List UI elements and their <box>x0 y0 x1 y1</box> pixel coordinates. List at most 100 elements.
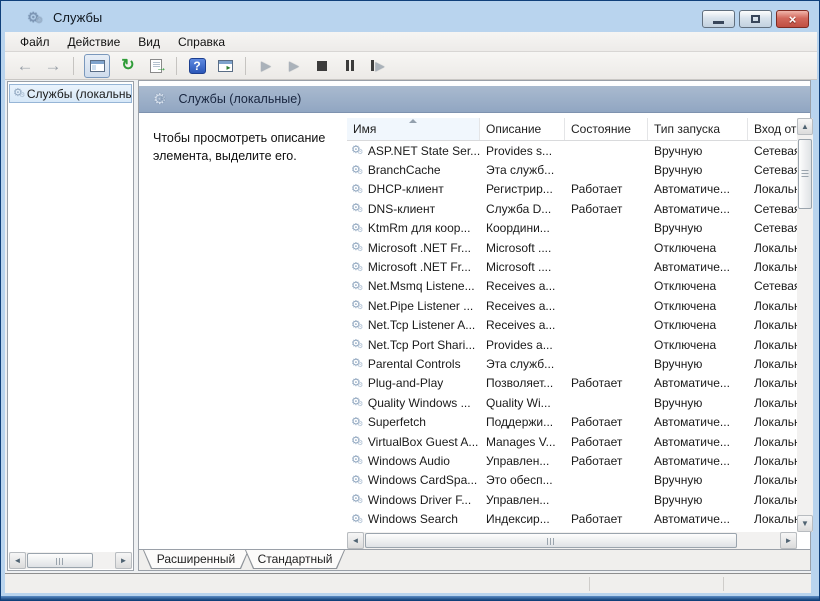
service-startup-type: Автоматиче... <box>648 376 748 390</box>
resume-icon: ▶ <box>289 59 299 72</box>
tree-item-services-local[interactable]: ⚙ Службы (локальные) <box>9 84 132 103</box>
service-startup-type: Автоматиче... <box>648 260 748 274</box>
window-title: Службы <box>53 10 102 25</box>
export-list-button[interactable]: → <box>146 56 166 76</box>
service-row[interactable]: ⚙Parental Controls Эта служб... Вручную … <box>347 354 797 373</box>
close-button[interactable]: × <box>776 10 809 28</box>
back-icon: ← <box>17 57 34 74</box>
resume-service-button[interactable]: ▶ <box>284 56 304 76</box>
service-name: Net.Pipe Listener ... <box>368 299 473 313</box>
show-action-pane-button[interactable] <box>215 56 235 76</box>
service-name: KtmRm для коор... <box>368 221 471 235</box>
scroll-left-icon[interactable]: ◄ <box>347 532 364 549</box>
tab-standard[interactable]: Стандартный <box>245 550 345 569</box>
scrollbar-thumb[interactable] <box>798 139 812 209</box>
service-gear-icon: ⚙ <box>351 514 361 525</box>
scroll-right-icon[interactable]: ► <box>115 552 132 569</box>
service-status: Работает <box>565 435 648 449</box>
service-gear-icon: ⚙ <box>351 358 361 369</box>
list-header: Имя Описание Состояние Тип запуска Вход … <box>347 118 797 141</box>
service-name: DHCP-клиент <box>368 182 444 196</box>
service-row[interactable]: ⚙VirtualBox Guest A... Manages V... Рабо… <box>347 432 797 451</box>
scroll-down-icon[interactable]: ▼ <box>797 515 813 532</box>
service-name: Net.Msmq Listene... <box>368 279 475 293</box>
service-row[interactable]: ⚙Microsoft .NET Fr... Microsoft .... Авт… <box>347 257 797 276</box>
help-button[interactable]: ? <box>187 56 207 76</box>
column-header-logon-as[interactable]: Вход от и <box>748 118 797 140</box>
service-name: Parental Controls <box>368 357 461 371</box>
service-gear-icon: ⚙ <box>351 339 361 350</box>
title-bar[interactable]: ⚙ Службы × <box>5 2 817 32</box>
service-row[interactable]: ⚙DNS-клиент Служба D... Работает Автомат… <box>347 199 797 218</box>
minimize-button[interactable] <box>702 10 735 28</box>
column-header-description[interactable]: Описание <box>480 118 565 140</box>
service-name: Plug-and-Play <box>368 376 443 390</box>
refresh-button[interactable]: ↻ <box>118 56 138 76</box>
menu-item[interactable]: Файл <box>11 33 59 51</box>
service-row[interactable]: ⚙Net.Msmq Listene... Receives a... Отклю… <box>347 277 797 296</box>
service-row[interactable]: ⚙Plug-and-Play Позволяет... Работает Авт… <box>347 374 797 393</box>
service-row[interactable]: ⚙Net.Tcp Port Shari... Provides a... Отк… <box>347 335 797 354</box>
list-horizontal-scrollbar[interactable]: ◄ ► <box>347 532 797 549</box>
service-startup-type: Автоматиче... <box>648 182 748 196</box>
service-startup-type: Отключена <box>648 279 748 293</box>
maximize-button[interactable] <box>739 10 772 28</box>
back-button[interactable]: ← <box>15 56 35 76</box>
service-row[interactable]: ⚙BranchCache Эта служб... Вручную Сетева… <box>347 160 797 179</box>
service-gear-icon: ⚙ <box>351 300 361 311</box>
service-gear-icon: ⚙ <box>351 436 361 447</box>
toolbar: ← → ↻ → ? ▶ ▶ ▶ <box>5 52 817 80</box>
menu-item[interactable]: Справка <box>169 33 234 51</box>
service-row[interactable]: ⚙Windows Audio Управлен... Работает Авто… <box>347 451 797 470</box>
restart-icon: ▶ <box>371 60 384 72</box>
service-row[interactable]: ⚙Net.Pipe Listener ... Receives a... Отк… <box>347 296 797 315</box>
service-logon-as: Локальна <box>748 318 797 332</box>
service-logon-as: Сетевая с <box>748 279 797 293</box>
column-header-name[interactable]: Имя <box>347 118 480 140</box>
stop-service-button[interactable] <box>312 56 332 76</box>
tab-extended[interactable]: Расширенный <box>143 550 249 569</box>
service-gear-icon: ⚙ <box>13 88 23 99</box>
menu-item[interactable]: Вид <box>129 33 169 51</box>
service-logon-as: Локальна <box>748 338 797 352</box>
service-row[interactable]: ⚙Quality Windows ... Quality Wi... Вручн… <box>347 393 797 412</box>
start-service-button[interactable]: ▶ <box>256 56 276 76</box>
service-startup-type: Автоматиче... <box>648 454 748 468</box>
service-row[interactable]: ⚙Microsoft .NET Fr... Microsoft .... Отк… <box>347 238 797 257</box>
service-row[interactable]: ⚙Windows CardSpa... Это обесп... Вручную… <box>347 471 797 490</box>
scroll-right-icon[interactable]: ► <box>780 532 797 549</box>
column-header-status[interactable]: Состояние <box>565 118 648 140</box>
service-description: Quality Wi... <box>480 396 565 410</box>
service-row[interactable]: ⚙ASP.NET State Ser... Provides s... Вруч… <box>347 141 797 160</box>
service-logon-as: Локальна <box>748 454 797 468</box>
scroll-up-icon[interactable]: ▲ <box>797 118 813 135</box>
service-description: Позволяет... <box>480 376 565 390</box>
scrollbar-thumb[interactable] <box>27 553 93 568</box>
scrollbar-thumb[interactable] <box>365 533 737 548</box>
service-description: Управлен... <box>480 493 565 507</box>
tree-horizontal-scrollbar[interactable]: ◄ ► <box>9 552 132 569</box>
service-gear-icon: ⚙ <box>351 494 361 505</box>
service-row[interactable]: ⚙Net.Tcp Listener A... Receives a... Отк… <box>347 316 797 335</box>
list-vertical-scrollbar[interactable]: ▲ ▼ <box>797 118 813 532</box>
service-row[interactable]: ⚙Superfetch Поддержи... Работает Автомат… <box>347 412 797 431</box>
service-row[interactable]: ⚙Windows Driver F... Управлен... Вручную… <box>347 490 797 509</box>
service-row[interactable]: ⚙Windows Search Индексир... Работает Авт… <box>347 509 797 528</box>
service-startup-type: Вручную <box>648 396 748 410</box>
menu-item[interactable]: Действие <box>59 33 130 51</box>
column-header-startup-type[interactable]: Тип запуска <box>648 118 748 140</box>
service-startup-type: Автоматиче... <box>648 512 748 526</box>
show-console-tree-button[interactable] <box>84 54 110 78</box>
pause-service-button[interactable] <box>340 56 360 76</box>
service-row[interactable]: ⚙DHCP-клиент Регистрир... Работает Автом… <box>347 180 797 199</box>
service-gear-icon: ⚙ <box>351 320 361 331</box>
restart-service-button[interactable]: ▶ <box>368 56 388 76</box>
scroll-left-icon[interactable]: ◄ <box>9 552 26 569</box>
service-description: Управлен... <box>480 454 565 468</box>
service-description: Microsoft .... <box>480 241 565 255</box>
forward-button[interactable]: → <box>43 56 63 76</box>
service-name: VirtualBox Guest A... <box>368 435 479 449</box>
service-description: Receives a... <box>480 318 565 332</box>
service-row[interactable]: ⚙KtmRm для коор... Координи... Вручную С… <box>347 219 797 238</box>
description-hint: Чтобы просмотреть описание элемента, выд… <box>153 129 343 165</box>
